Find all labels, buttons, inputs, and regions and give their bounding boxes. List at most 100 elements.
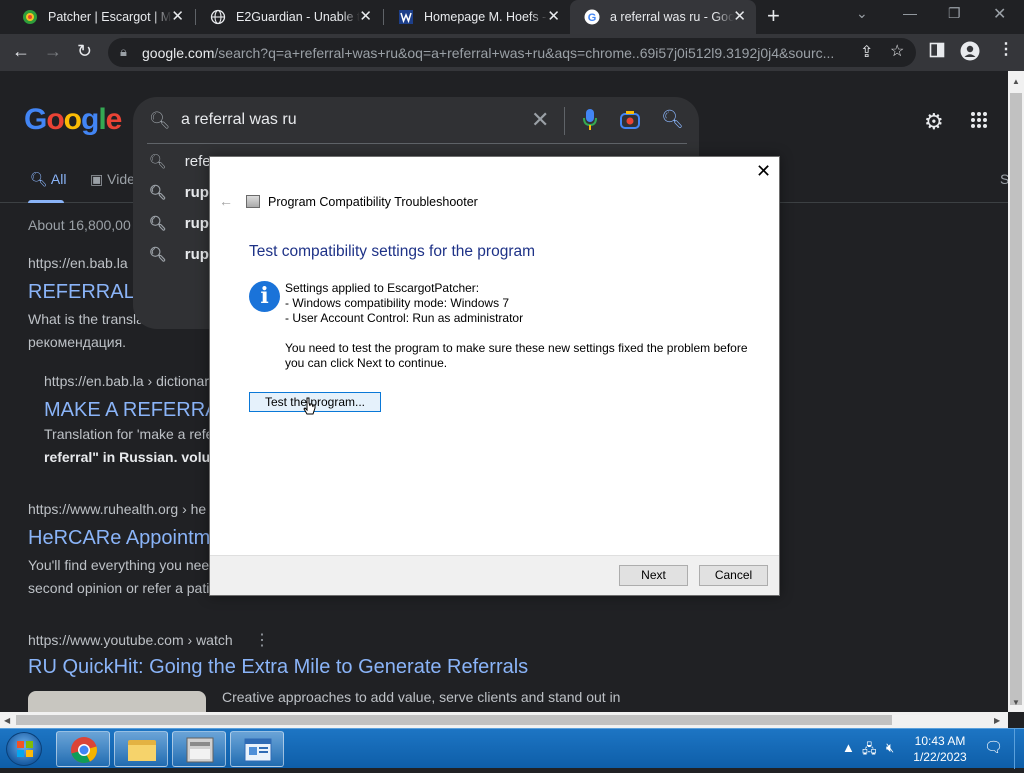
result-cite[interactable]: https://www.ruhealth.org › he [28, 501, 206, 517]
tab-strip: Patcher | Escargot | MSN ✕ E2Guardian - … [0, 0, 1024, 34]
tab-hoefs[interactable]: Homepage M. Hoefs - ✕ [384, 0, 570, 34]
menu-kebab-icon[interactable]: ⋮ [998, 41, 1014, 59]
apps-grid-icon[interactable] [970, 111, 988, 134]
address-bar[interactable]: 🔒︎ google.com/search?q=a+referral+was+ru… [108, 38, 916, 67]
result-title-link[interactable]: HeRCARe Appointm [28, 527, 210, 550]
dialog-title: Program Compatibility Troubleshooter [268, 195, 478, 209]
volume-muted-icon[interactable]: 🔇︎ [886, 740, 894, 756]
horizontal-scrollbar[interactable]: ◀ ▶ [0, 712, 1008, 728]
tab-more[interactable]: S [1000, 171, 1008, 187]
search-icon: 🔍︎ [149, 111, 171, 130]
scroll-left-arrow[interactable]: ◀ [4, 716, 10, 725]
close-dialog-button[interactable]: ✕ [756, 161, 771, 182]
close-tab-icon[interactable]: ✕ [171, 9, 184, 25]
tab-google-search[interactable]: G a referral was ru - Google ✕ [570, 0, 756, 34]
result-title-link[interactable]: RU QuickHit: Going the Extra Mile to Gen… [28, 656, 528, 679]
result-cite[interactable]: https://en.bab.la › dictionar [44, 373, 209, 389]
suggestion-item[interactable]: 🔍︎ rupa [149, 184, 217, 201]
cancel-button[interactable]: Cancel [699, 565, 768, 586]
restore-button[interactable]: ❐ [948, 5, 961, 22]
tab-title: Homepage M. Hoefs - [424, 10, 547, 24]
back-button[interactable]: ← [12, 41, 30, 61]
new-tab-button[interactable]: + [767, 5, 780, 27]
search-input[interactable]: a referral was ru [181, 111, 297, 129]
taskbar-control-panel[interactable] [230, 731, 284, 767]
video-thumbnail[interactable] [28, 691, 206, 712]
vertical-scrollbar[interactable]: ▲ ▼ [1008, 71, 1024, 712]
microphone-icon[interactable] [583, 109, 597, 131]
divider [147, 143, 687, 144]
result-snippet: You'll find everything you nee [28, 557, 210, 573]
suggestion-item[interactable]: 🔍︎ rupa [149, 215, 217, 232]
close-tab-icon[interactable]: ✕ [359, 9, 372, 25]
result-title-link[interactable]: MAKE A REFERRA [44, 399, 219, 422]
tab-all[interactable]: 🔍︎ All [30, 171, 66, 188]
clear-search-icon[interactable]: ✕ [531, 107, 549, 133]
active-tab-indicator [28, 200, 64, 203]
result-snippet: рекомендация. [28, 334, 127, 350]
settings-window-icon [244, 738, 272, 762]
divider [564, 107, 565, 135]
close-tab-icon[interactable]: ✕ [547, 9, 560, 25]
settings-gear-icon[interactable]: ⚙ [924, 109, 944, 135]
bookmark-star-icon[interactable]: ☆ [890, 43, 904, 61]
result-snippet: second opinion or refer a pati [28, 580, 210, 596]
show-desktop-button[interactable] [1014, 729, 1024, 769]
tab-title: a referral was ru - Google [610, 10, 734, 24]
taskbar-explorer[interactable] [114, 731, 168, 767]
action-center-icon[interactable]: 🗨︎ [984, 738, 1003, 756]
lens-camera-icon[interactable] [620, 111, 640, 129]
taskbar-chrome[interactable] [56, 731, 110, 767]
svg-text:G: G [588, 12, 597, 24]
google-favicon: G [584, 9, 600, 25]
search-icon: 🔍︎ [149, 153, 167, 169]
tab-search-icon[interactable]: ⌄ [856, 5, 868, 22]
forward-button[interactable]: → [44, 41, 62, 61]
result-cite[interactable]: https://en.bab.la [28, 255, 128, 271]
info-icon: i [249, 281, 280, 312]
tab-title: E2Guardian - Unable to [236, 10, 360, 24]
lock-icon[interactable]: 🔒︎ [120, 44, 127, 60]
system-clock[interactable]: 10:43 AM 1/22/2023 [912, 733, 968, 765]
search-submit-icon[interactable]: 🔍︎ [661, 109, 684, 130]
minimize-button[interactable]: — [903, 5, 917, 21]
back-arrow-icon[interactable]: ← [219, 193, 233, 209]
next-button[interactable]: Next [619, 565, 688, 586]
tab-videos[interactable]: ▣ Vide [90, 171, 135, 188]
suggestion-item[interactable]: 🔍︎ refe [149, 153, 211, 170]
suggestion-item[interactable]: 🔍︎ rupa [149, 246, 217, 263]
close-window-button[interactable]: ✕ [993, 4, 1006, 24]
scroll-down-arrow[interactable]: ▼ [1012, 698, 1020, 707]
show-hidden-icons[interactable]: ▲ [842, 740, 855, 755]
mouse-cursor-icon [303, 397, 316, 415]
program-icon [186, 737, 214, 763]
start-button[interactable] [6, 732, 42, 766]
dialog-footer: Next Cancel [210, 555, 779, 595]
taskbar-troubleshooter[interactable] [172, 731, 226, 767]
more-options-icon[interactable]: ⋮ [254, 630, 270, 650]
close-tab-icon[interactable]: ✕ [733, 9, 746, 25]
result-snippet: referral" in Russian. volum [44, 449, 223, 465]
scrollbar-thumb[interactable] [1010, 93, 1022, 705]
profile-icon[interactable] [960, 41, 980, 66]
hoefs-favicon [398, 9, 414, 25]
scrollbar-thumb[interactable] [16, 715, 892, 725]
reload-button[interactable]: ↻ [77, 41, 92, 61]
settings-line: - Windows compatibility mode: Windows 7 [285, 296, 510, 310]
scroll-right-arrow[interactable]: ▶ [994, 716, 1000, 725]
result-cite[interactable]: https://www.youtube.com › watch [28, 632, 233, 648]
network-icon[interactable]: 🖧︎ [862, 740, 877, 762]
share-icon[interactable]: ⇪ [860, 44, 873, 62]
clock-date: 1/22/2023 [913, 750, 967, 764]
google-logo[interactable]: Google [24, 103, 122, 137]
windows-taskbar: ▲ 🖧︎ 🔇︎ 10:43 AM 1/22/2023 🗨︎ [0, 728, 1024, 769]
globe-icon [210, 9, 226, 25]
tab-patcher[interactable]: Patcher | Escargot | MSN ✕ [8, 0, 194, 34]
tab-e2guardian[interactable]: E2Guardian - Unable to ✕ [196, 0, 382, 34]
side-panel-icon[interactable] [929, 42, 945, 63]
instruction-line: You need to test the program to make sur… [285, 341, 748, 355]
search-icon: 🔍︎ [149, 184, 167, 200]
url-text[interactable]: google.com/search?q=a+referral+was+ru&oq… [142, 45, 842, 61]
instruction-line: you can click Next to continue. [285, 356, 448, 370]
scroll-up-arrow[interactable]: ▲ [1012, 77, 1020, 86]
